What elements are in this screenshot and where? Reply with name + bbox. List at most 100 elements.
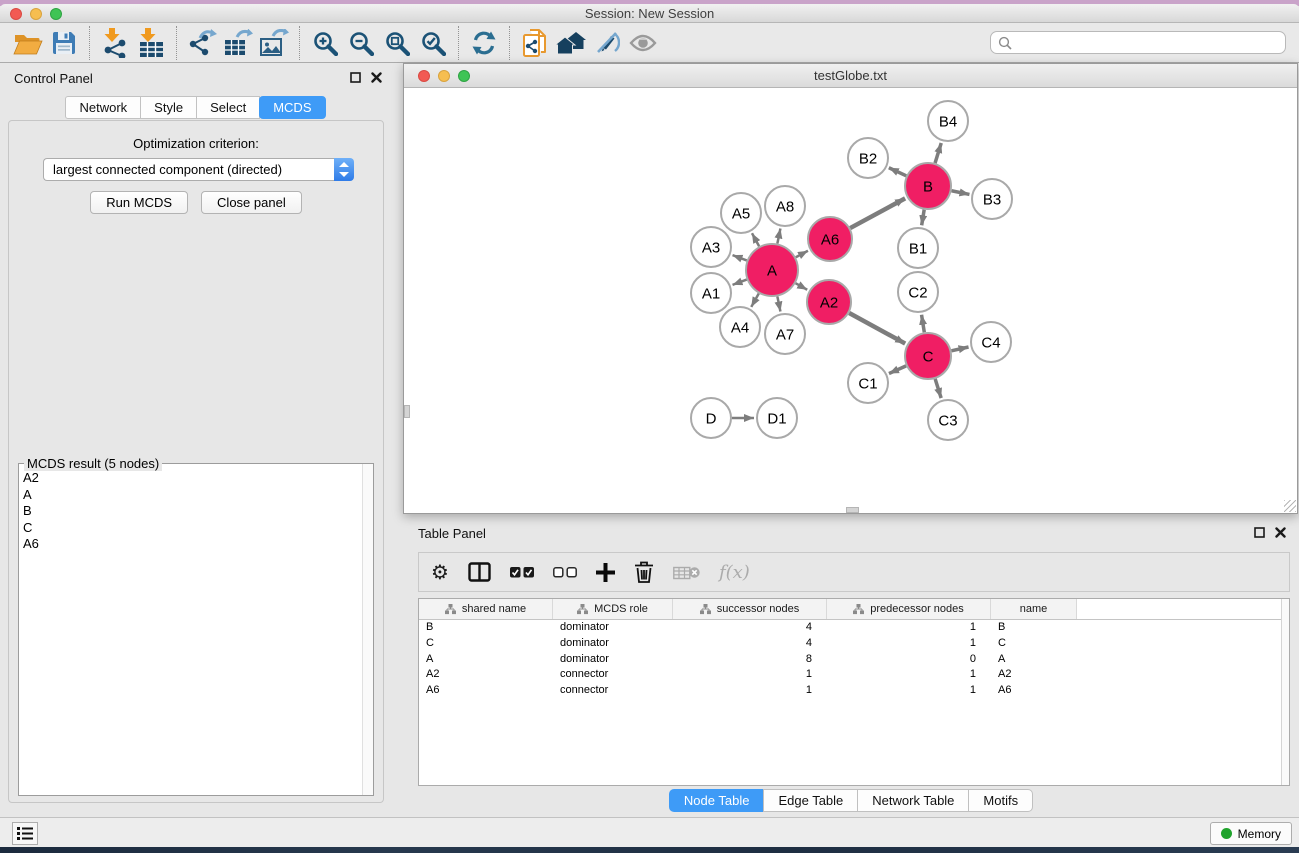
table-cell[interactable]: 1: [827, 683, 991, 699]
run-mcds-button[interactable]: Run MCDS: [90, 191, 188, 214]
edge-A2-C[interactable]: [849, 313, 905, 344]
node-C3[interactable]: C3: [928, 400, 968, 440]
add-row-icon[interactable]: [596, 563, 615, 582]
optimization-criterion-select[interactable]: largest connected component (directed): [43, 158, 354, 181]
node-B3[interactable]: B3: [972, 179, 1012, 219]
node-A2-mcds[interactable]: A2: [807, 280, 851, 324]
edge-C-C3[interactable]: [935, 379, 941, 398]
tab-network[interactable]: Network: [65, 96, 141, 119]
float-panel-icon[interactable]: [1253, 526, 1266, 539]
mcds-result-item[interactable]: C: [23, 520, 361, 537]
tab-node-table[interactable]: Node Table: [669, 789, 765, 812]
node-A1[interactable]: A1: [691, 273, 731, 313]
edge-B-B4[interactable]: [935, 143, 941, 163]
node-D[interactable]: D: [691, 398, 731, 438]
table-scrollbar[interactable]: [1281, 599, 1289, 785]
show-column-icon[interactable]: [468, 562, 491, 582]
table-cell[interactable]: B: [991, 620, 1077, 636]
edge-C-C1[interactable]: [889, 366, 906, 374]
table-cell[interactable]: 4: [673, 620, 827, 636]
mcds-result-item[interactable]: A6: [23, 536, 361, 553]
table-cell[interactable]: 0: [827, 652, 991, 668]
zoom-out-icon[interactable]: [343, 25, 379, 61]
table-cell[interactable]: connector: [553, 683, 673, 699]
table-cell[interactable]: A2: [419, 667, 553, 683]
export-image-icon[interactable]: [256, 25, 292, 61]
node-A7[interactable]: A7: [765, 314, 805, 354]
memory-button[interactable]: Memory: [1210, 822, 1292, 845]
home-layout-icon[interactable]: [553, 25, 589, 61]
table-cell[interactable]: 1: [827, 667, 991, 683]
edge-A-A5[interactable]: [752, 233, 759, 246]
edge-A-A7[interactable]: [777, 296, 780, 311]
close-panel-button[interactable]: Close panel: [201, 191, 302, 214]
table-row[interactable]: A6connector11A6: [419, 683, 1289, 699]
hide-graphics-icon[interactable]: [589, 25, 625, 61]
node-D1[interactable]: D1: [757, 398, 797, 438]
node-A6-mcds[interactable]: A6: [808, 217, 852, 261]
open-session-icon[interactable]: [10, 25, 46, 61]
table-row[interactable]: Bdominator41B: [419, 620, 1289, 636]
show-details-icon[interactable]: [625, 25, 661, 61]
table-cell[interactable]: 1: [827, 620, 991, 636]
edge-A-A2[interactable]: [796, 283, 808, 290]
node-B-mcds[interactable]: B: [905, 163, 951, 209]
resize-grip-icon[interactable]: [1284, 500, 1296, 512]
zoom-selected-icon[interactable]: [415, 25, 451, 61]
save-session-icon[interactable]: [46, 25, 82, 61]
node-B1[interactable]: B1: [898, 228, 938, 268]
column-header-mcds-role[interactable]: MCDS role: [553, 599, 673, 619]
table-cell[interactable]: dominator: [553, 652, 673, 668]
zoom-fit-icon[interactable]: [379, 25, 415, 61]
node-A4[interactable]: A4: [720, 307, 760, 347]
node-B2[interactable]: B2: [848, 138, 888, 178]
edge-A-A1[interactable]: [733, 280, 747, 285]
table-row[interactable]: Adominator80A: [419, 652, 1289, 668]
edge-A-A8[interactable]: [777, 229, 780, 244]
edge-A-A4[interactable]: [751, 294, 759, 307]
table-cell[interactable]: A: [991, 652, 1077, 668]
column-header-name[interactable]: name: [991, 599, 1077, 619]
column-header-successor-nodes[interactable]: successor nodes: [673, 599, 827, 619]
edge-A6-B[interactable]: [850, 198, 905, 228]
edge-B-B1[interactable]: [922, 210, 925, 226]
node-A5[interactable]: A5: [721, 193, 761, 233]
tab-mcds[interactable]: MCDS: [259, 96, 325, 119]
table-cell[interactable]: A6: [419, 683, 553, 699]
node-C4[interactable]: C4: [971, 322, 1011, 362]
table-cell[interactable]: dominator: [553, 636, 673, 652]
table-cell[interactable]: B: [419, 620, 553, 636]
mcds-result-item[interactable]: A: [23, 487, 361, 504]
tab-network-table[interactable]: Network Table: [857, 789, 969, 812]
import-network-icon[interactable]: [97, 25, 133, 61]
table-row[interactable]: A2connector11A2: [419, 667, 1289, 683]
table-cell[interactable]: 8: [673, 652, 827, 668]
close-panel-icon[interactable]: [370, 71, 383, 84]
table-cell[interactable]: A: [419, 652, 553, 668]
table-cell[interactable]: 4: [673, 636, 827, 652]
node-B4[interactable]: B4: [928, 101, 968, 141]
import-table-icon[interactable]: [133, 25, 169, 61]
close-panel-icon[interactable]: [1274, 526, 1287, 539]
result-scrollbar[interactable]: [362, 464, 373, 795]
table-cell[interactable]: 1: [673, 683, 827, 699]
column-header-shared-name[interactable]: shared name: [419, 599, 553, 619]
deselect-all-icon[interactable]: [553, 567, 577, 578]
node-C1[interactable]: C1: [848, 363, 888, 403]
node-C-mcds[interactable]: C: [905, 333, 951, 379]
table-cell[interactable]: 1: [673, 667, 827, 683]
mcds-result-item[interactable]: B: [23, 503, 361, 520]
edge-C-C4[interactable]: [951, 347, 968, 351]
tab-motifs[interactable]: Motifs: [968, 789, 1033, 812]
column-header-predecessor-nodes[interactable]: predecessor nodes: [827, 599, 991, 619]
table-cell[interactable]: 1: [827, 636, 991, 652]
tab-style[interactable]: Style: [140, 96, 197, 119]
select-all-icon[interactable]: [510, 567, 534, 578]
export-network-icon[interactable]: [184, 25, 220, 61]
clone-network-icon[interactable]: [517, 25, 553, 61]
node-C2[interactable]: C2: [898, 272, 938, 312]
mcds-result-item[interactable]: A2: [23, 470, 361, 487]
search-input[interactable]: [1016, 36, 1278, 50]
export-table-icon[interactable]: [220, 25, 256, 61]
edge-A-A6[interactable]: [796, 251, 808, 257]
